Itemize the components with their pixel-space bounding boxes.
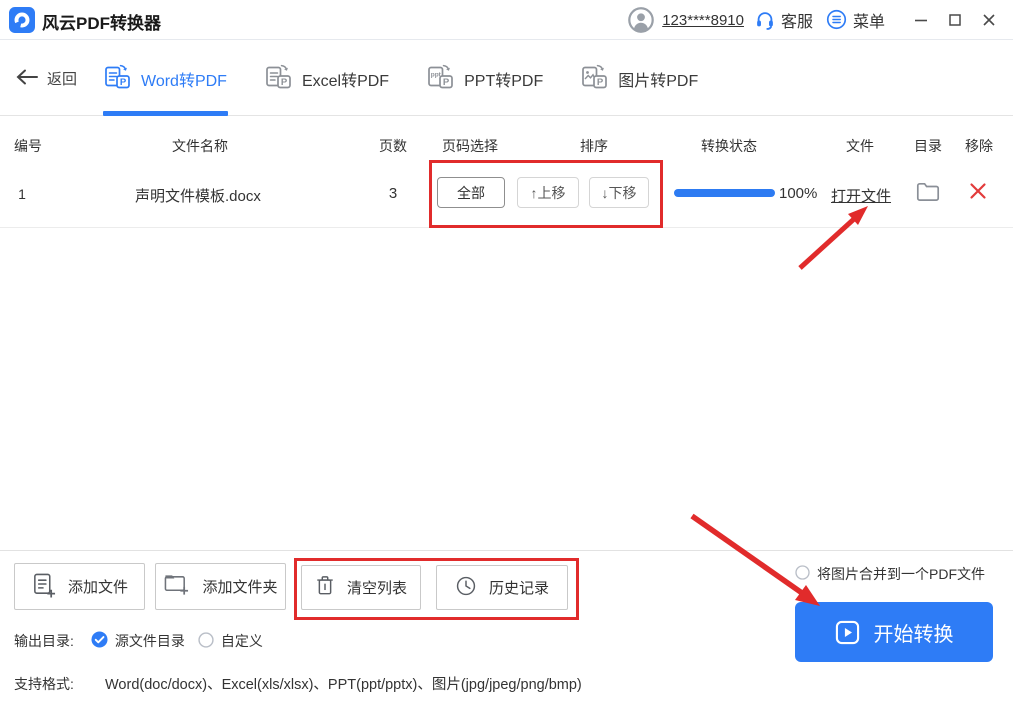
start-convert-button[interactable]: 开始转换 [795,602,993,662]
word-to-pdf-icon: P [104,63,131,95]
minimize-icon[interactable] [914,13,928,27]
add-folder-icon [163,572,190,601]
trash-icon [315,574,335,601]
row-filename: 声明文件模板.docx [135,188,261,205]
close-icon[interactable] [982,13,996,27]
titlebar-right-cluster: 123****8910 客服 菜单 [628,0,885,40]
menu-icon[interactable] [826,9,848,31]
column-header-page-select: 页码选择 [442,138,498,154]
add-file-icon [31,572,56,602]
excel-to-pdf-icon: P [265,63,292,95]
tab-excel-to-pdf[interactable]: P Excel转PDF [264,41,390,116]
tab-word-to-pdf[interactable]: P Word转PDF [103,41,228,116]
svg-text:P: P [597,77,604,88]
footer-divider [0,550,1013,551]
output-directory-label: 输出目录: [14,633,74,649]
radio-checked-icon [91,631,108,651]
row-page-count: 3 [388,185,398,202]
ppt-to-pdf-icon: ppt P [427,63,454,95]
column-header-directory: 目录 [914,138,942,154]
supported-formats-label: 支持格式: [14,676,74,692]
avatar[interactable] [628,7,655,33]
select-all-pages-button[interactable]: 全部 [437,177,505,208]
progress-percent: 100% [779,185,818,202]
add-folder-button[interactable]: 添加文件夹 [155,563,286,610]
progress-bar [674,189,775,197]
headset-icon[interactable] [754,9,776,31]
supported-formats-value: Word(doc/docx)、Excel(xls/xlsx)、PPT(ppt/p… [105,677,582,693]
tab-ppt-to-pdf[interactable]: ppt P PPT转PDF [426,41,544,116]
output-directory-row: 输出目录: 源文件目录 自定义 [14,631,276,651]
play-icon [835,620,860,645]
tabbar: 返回 P Word转PDF P Excel转PDF ppt P PPT转PDF … [0,41,1013,116]
row-index: 1 [18,186,26,202]
image-to-pdf-icon: P [581,63,608,95]
svg-text:P: P [120,77,127,88]
add-file-button[interactable]: 添加文件 [14,563,145,610]
clear-list-button[interactable]: 清空列表 [301,565,421,610]
column-header-remove: 移除 [965,138,993,154]
clock-icon [455,575,477,601]
source-directory-option[interactable]: 源文件目录 [91,631,185,651]
history-button[interactable]: 历史记录 [436,565,568,610]
back-button[interactable]: 返回 [16,41,77,116]
titlebar: 风云PDF转换器 123****8910 客服 菜单 [0,0,1013,40]
column-header-file: 文件 [846,138,874,154]
merge-images-option[interactable]: 将图片合并到一个PDF文件 [795,564,985,584]
open-directory-icon[interactable] [916,182,940,207]
back-arrow-icon [16,69,38,89]
tab-list: P Word转PDF P Excel转PDF ppt P PPT转PDF P 图… [103,41,699,116]
tab-image-to-pdf[interactable]: P 图片转PDF [580,41,699,116]
move-up-button[interactable]: ↑上移 [517,177,579,208]
radio-unchecked-icon [795,565,810,583]
open-file-link[interactable]: 打开文件 [831,185,891,206]
svg-text:P: P [281,77,288,88]
app-logo-icon [9,7,35,33]
customer-service-button[interactable]: 客服 [781,8,813,32]
remove-file-icon[interactable] [968,181,988,206]
app-window: 风云PDF转换器 123****8910 客服 菜单 返回 P Word转PDF… [0,0,1013,702]
maximize-icon[interactable] [948,13,962,27]
account-link[interactable]: 123****8910 [662,12,744,29]
menu-button[interactable]: 菜单 [853,8,885,32]
column-header-pages: 页数 [379,138,407,154]
column-header-index: 编号 [14,138,42,154]
column-header-sort: 排序 [580,138,608,154]
svg-text:P: P [443,77,450,88]
column-header-status: 转换状态 [701,138,757,154]
custom-directory-option[interactable]: 自定义 [198,631,263,651]
app-title: 风云PDF转换器 [42,14,161,33]
radio-unchecked-icon [198,631,214,651]
column-header-filename: 文件名称 [172,138,228,154]
move-down-button[interactable]: ↓下移 [589,177,649,208]
